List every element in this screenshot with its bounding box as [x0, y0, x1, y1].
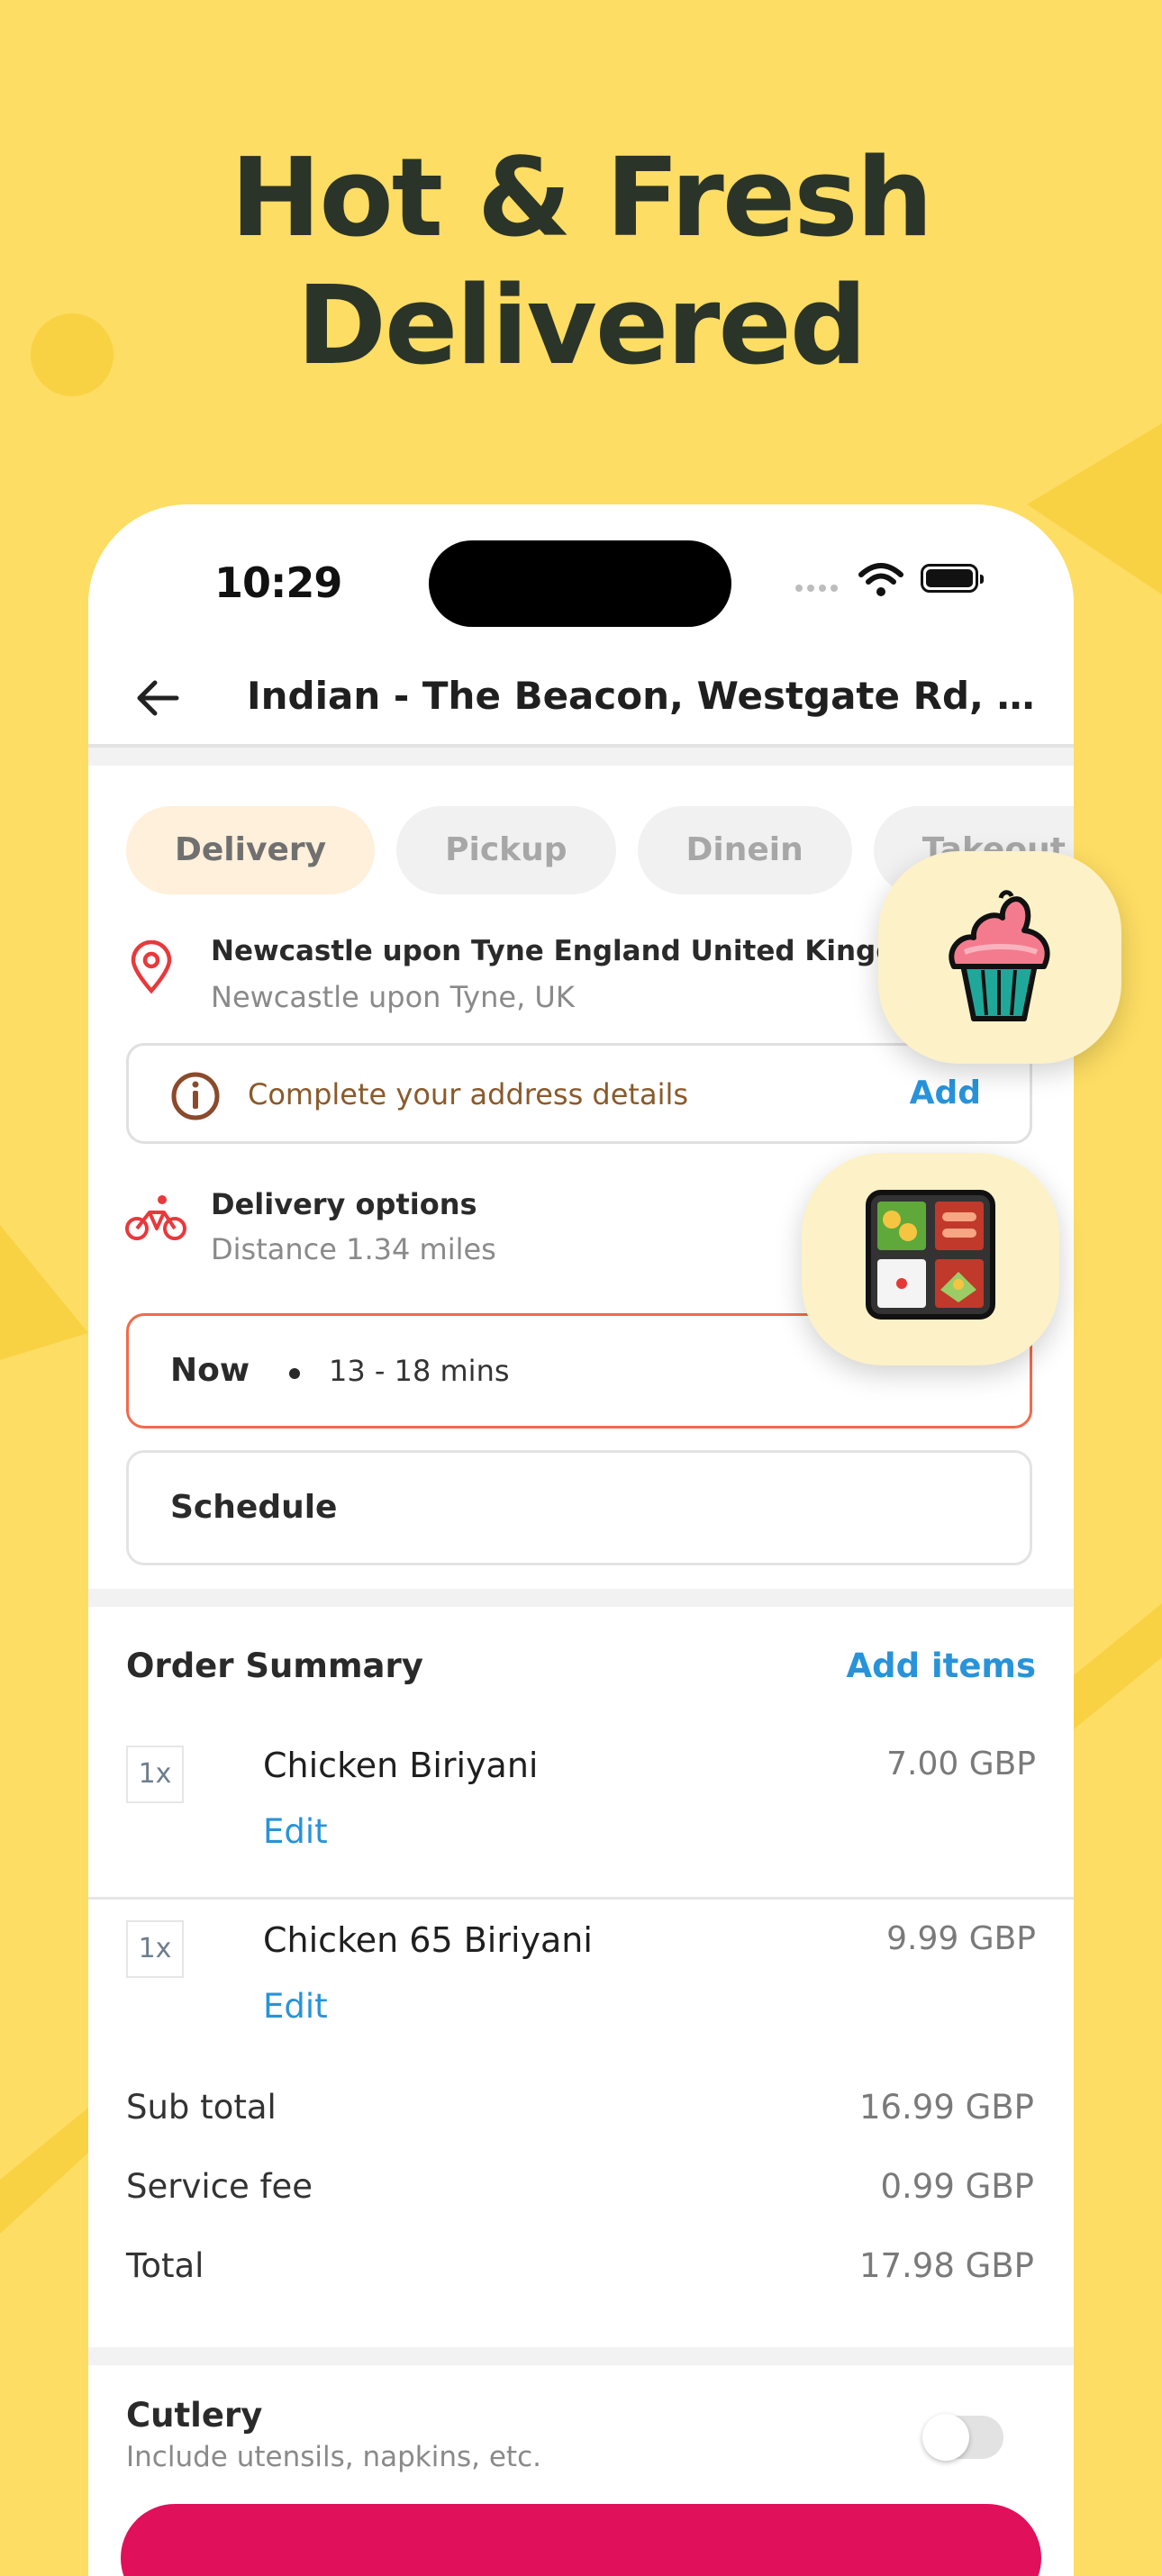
bicycle-icon	[125, 1195, 186, 1240]
delivery-location-title: Newcastle upon Tyne England United Kingd…	[211, 935, 945, 967]
cupcake-icon	[949, 890, 1050, 1021]
now-label: Now	[170, 1352, 250, 1389]
total-value: 17.98 GBP	[858, 2246, 1034, 2285]
service-fee-value: 0.99 GBP	[880, 2167, 1034, 2206]
item-name: Chicken Biriyani	[263, 1746, 539, 1785]
cellular-signal-icon	[795, 578, 842, 595]
status-bar: 10:29	[88, 504, 1074, 630]
tab-delivery[interactable]: Delivery	[126, 806, 376, 894]
promo-headline: Hot & Fresh Delivered	[0, 135, 1162, 391]
toggle-knob	[922, 2414, 969, 2461]
top-nav: Indian - The Beacon, Westgate Rd, Fenha.…	[88, 649, 1074, 748]
address-details-prompt[interactable]: Complete your address details Add	[126, 1043, 1032, 1144]
location-pin-icon	[131, 940, 172, 994]
subtotal-value: 16.99 GBP	[858, 2088, 1034, 2127]
order-summary-title: Order Summary	[126, 1646, 423, 1685]
tab-dinein[interactable]: Dinein	[637, 806, 852, 894]
address-prompt-text: Complete your address details	[248, 1077, 689, 1111]
service-fee-label: Service fee	[126, 2167, 313, 2206]
section-spacer	[88, 2347, 1074, 2365]
schedule-option[interactable]: Schedule	[126, 1450, 1032, 1565]
bento-box-icon	[866, 1190, 995, 1320]
add-items-button[interactable]: Add items	[846, 1646, 1036, 1685]
item-price: 9.99 GBP	[886, 1920, 1036, 1957]
battery-icon	[921, 564, 984, 593]
total-label: Total	[126, 2246, 204, 2285]
headline-line-1: Hot & Fresh	[230, 136, 933, 261]
section-spacer	[88, 1589, 1074, 1607]
dynamic-island	[429, 540, 731, 627]
delivery-distance: Distance 1.34 miles	[211, 1232, 496, 1266]
add-address-button[interactable]: Add	[910, 1075, 981, 1111]
decor-triangle-left	[0, 1225, 88, 1360]
bullet-dot	[289, 1368, 300, 1379]
restaurant-title: Indian - The Beacon, Westgate Rd, Fenha.…	[247, 674, 1049, 718]
subtotal-label: Sub total	[126, 2088, 277, 2127]
tab-pickup[interactable]: Pickup	[396, 806, 616, 894]
edit-item-button[interactable]: Edit	[263, 1812, 328, 1851]
delivery-location-subtitle: Newcastle upon Tyne, UK	[211, 980, 575, 1014]
item-name: Chicken 65 Biriyani	[263, 1920, 593, 1960]
decor-shape-left-bottom	[0, 2108, 88, 2234]
schedule-label: Schedule	[170, 1489, 338, 1526]
order-item: 1x Chicken 65 Biriyani Edit 9.99 GBP	[88, 1920, 1074, 2091]
wifi-icon	[858, 563, 903, 596]
order-item: 1x Chicken Biriyani Edit 7.00 GBP	[88, 1746, 1074, 1917]
info-icon	[171, 1072, 220, 1120]
section-spacer	[88, 748, 1074, 766]
checkout-button[interactable]	[121, 2504, 1041, 2576]
now-eta: 13 - 18 mins	[329, 1354, 510, 1388]
item-quantity: 1x	[126, 1746, 184, 1803]
cutlery-subtitle: Include utensils, napkins, etc.	[126, 2441, 541, 2473]
item-quantity: 1x	[126, 1920, 184, 1978]
back-arrow-icon[interactable]	[133, 674, 182, 722]
delivery-options-title: Delivery options	[211, 1187, 477, 1221]
cutlery-title: Cutlery	[126, 2396, 263, 2435]
phone-screen: 10:29 Indian - The Beacon, Westgate Rd, …	[88, 504, 1074, 2576]
bento-card	[802, 1153, 1059, 1365]
edit-item-button[interactable]: Edit	[263, 1987, 328, 2026]
cutlery-toggle[interactable]	[922, 2414, 1003, 2461]
divider	[88, 1897, 1074, 1900]
item-price: 7.00 GBP	[886, 1746, 1036, 1782]
decor-shape-right	[1074, 1603, 1162, 1729]
status-time: 10:29	[214, 558, 342, 607]
headline-line-2: Delivered	[296, 264, 867, 389]
cupcake-card	[878, 851, 1121, 1064]
